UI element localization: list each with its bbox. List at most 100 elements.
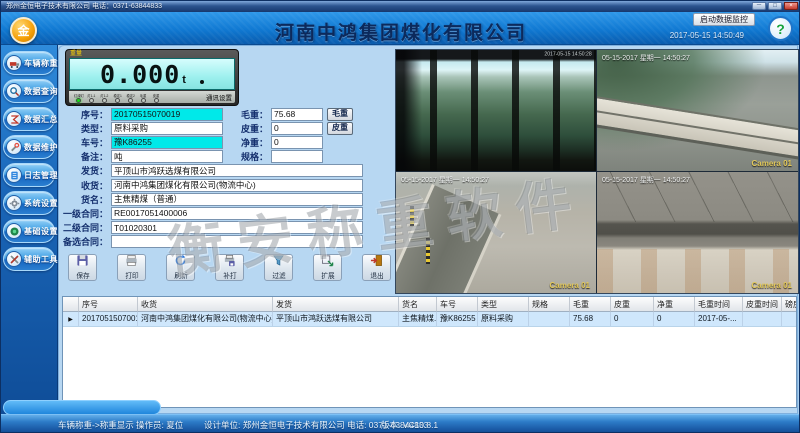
sidebar-item-aux-tools[interactable]: 辅助工具 <box>3 247 55 271</box>
basic-settings-icon <box>6 223 22 239</box>
maximize-button[interactable]: □ <box>768 2 782 10</box>
table-cell: 75.68 <box>570 312 611 326</box>
type-label: 类型： <box>61 122 111 135</box>
refresh-button[interactable]: 刷新 <box>166 254 195 281</box>
note-input[interactable] <box>111 150 223 163</box>
sidebar-item-basic-settings[interactable]: 基础设置 <box>3 219 55 243</box>
contract3-input[interactable] <box>111 235 363 248</box>
header-band: 河南中鸿集团煤化有限公司 <box>1 12 800 45</box>
goods-label: 货名： <box>61 193 111 206</box>
status-operator-text: 操作员: 夏位 <box>136 415 183 433</box>
table-cell: 主焦精煤... <box>399 312 437 326</box>
table-cell <box>743 312 782 326</box>
gross-label: 毛重： <box>227 108 271 121</box>
table-header-cell[interactable]: 收货 <box>138 297 273 312</box>
camera-feed-2: 05-15-2017 星期一 14:50:27 Camera 01 <box>597 50 798 171</box>
exit-button[interactable]: 退出 <box>362 254 391 281</box>
sidebar-item-data-query[interactable]: 数据查询 <box>3 79 55 103</box>
table-header-cell[interactable]: 皮重时间 <box>743 297 782 312</box>
table-cell: 2017-05-... <box>695 312 743 326</box>
table-header-cell[interactable]: 毛重时间 <box>695 297 743 312</box>
reprint-button[interactable]: 补打 <box>215 254 244 281</box>
start-monitor-button[interactable]: 启动数据监控 <box>693 13 755 26</box>
row-selector-arrow-icon: ▶ <box>68 317 73 323</box>
indicator-light: 红绿灯 <box>72 92 85 103</box>
net-input[interactable] <box>271 136 323 149</box>
tools-icon <box>6 251 22 267</box>
sidebar-item-data-summary[interactable]: 数据汇总 <box>3 107 55 131</box>
summary-icon <box>6 111 22 127</box>
receiver-label: 收货： <box>61 179 111 192</box>
gross-button[interactable]: 毛重 <box>327 108 353 121</box>
tare-input[interactable] <box>271 122 323 135</box>
goods-input[interactable] <box>111 193 363 206</box>
table-header-row: 序号 收货 发货 货名 车号 类型 规格 毛重 皮重 净重 毛重时间 皮重时间 … <box>63 297 796 312</box>
sidebar-item-system-settings[interactable]: 系统设置 <box>3 191 55 215</box>
table-header-cell[interactable]: 类型 <box>478 297 529 312</box>
toolbar: 保存 打印 刷新 补打 过滤 扩展 <box>61 254 395 281</box>
indicator-light: 灯1-2 <box>98 92 111 103</box>
status-nav-text: 车辆称重->称重显示 <box>58 415 134 433</box>
table-header-cell[interactable]: 皮重 <box>611 297 654 312</box>
records-table: 序号 收货 发货 货名 车号 类型 规格 毛重 皮重 净重 毛重时间 皮重时间 … <box>62 296 797 408</box>
led-dot <box>128 98 133 103</box>
seq-input[interactable] <box>111 108 223 121</box>
close-button[interactable]: × <box>784 2 798 10</box>
contract2-label: 二级合同： <box>61 221 111 234</box>
type-input[interactable] <box>111 122 223 135</box>
table-header-gutter <box>63 297 79 312</box>
table-header-cell[interactable]: 磅房1 <box>782 297 797 312</box>
table-header-cell[interactable]: 净重 <box>654 297 695 312</box>
search-icon <box>6 83 22 99</box>
gross-input[interactable] <box>271 108 323 121</box>
print-button[interactable]: 打印 <box>117 254 146 281</box>
led-dot <box>76 98 81 103</box>
log-icon <box>6 167 22 183</box>
led-dot <box>115 98 120 103</box>
spec-input[interactable] <box>271 150 323 163</box>
striped-post <box>426 238 430 264</box>
table-row[interactable]: ▶ 20170515070019 河南中鸿集团煤化有限公司(物流中心) 平顶山市… <box>63 312 796 327</box>
minimize-button[interactable]: － <box>752 2 766 10</box>
camera-feed-4: 05-15-2017 星期一 14:50:27 Camera 01 <box>597 172 798 293</box>
sidebar-item-data-maintenance[interactable]: 数据维护 <box>3 135 55 159</box>
filter-button[interactable]: 过滤 <box>264 254 293 281</box>
save-icon <box>76 254 89 270</box>
contract2-input[interactable] <box>111 221 363 234</box>
tare-button[interactable]: 皮重 <box>327 122 353 135</box>
camera-feed-1: 2017-05-15 14:50:28 <box>396 50 596 171</box>
table-header-cell[interactable]: 序号 <box>79 297 138 312</box>
expand-button[interactable]: 扩展 <box>313 254 342 281</box>
contract3-label: 备选合同： <box>61 235 111 248</box>
comm-settings-link[interactable]: 通讯设置 <box>206 92 232 102</box>
table-header-cell[interactable]: 毛重 <box>570 297 611 312</box>
table-cell: 原料采购 <box>478 312 529 326</box>
table-cell: 20170515070019 <box>79 312 138 326</box>
table-header-cell[interactable]: 货名 <box>399 297 437 312</box>
sidebar-item-vehicle-weighing[interactable]: 车辆称重 <box>3 51 55 75</box>
scale-display: 重量 0.000 t 红绿灯 灯1-1 灯1-2 稳定1 稳定2 毛重 皮重 通… <box>65 49 239 106</box>
exit-icon <box>370 254 383 270</box>
weight-value: 0.000 <box>100 62 180 87</box>
weighbridge-platform <box>597 94 798 163</box>
wrench-icon <box>6 139 22 155</box>
table-header-cell[interactable]: 发货 <box>273 297 399 312</box>
sender-input[interactable] <box>111 164 363 177</box>
expand-icon <box>321 254 334 270</box>
table-header-cell[interactable]: 规格 <box>529 297 570 312</box>
sidebar-item-log-management[interactable]: 日志管理 <box>3 163 55 187</box>
main-panel: 重量 0.000 t 红绿灯 灯1-1 灯1-2 稳定1 稳定2 毛重 皮重 通… <box>58 45 798 414</box>
truck-no-input[interactable] <box>111 136 223 149</box>
statusbar: 车辆称重->称重显示 操作员: 夏位 设计单位: 郑州金恒电子技术有限公司 电话… <box>1 414 800 433</box>
help-button[interactable]: ? <box>768 16 793 41</box>
weighbridge-road <box>396 184 501 293</box>
receiver-input[interactable] <box>111 179 363 192</box>
camera-name-label: Camera 01 <box>752 159 792 168</box>
led-dot <box>102 98 107 103</box>
contract1-label: 一级合同： <box>61 207 111 220</box>
titlebar-company-text: 郑州金恒电子技术有限公司 电话：0371-63844833 <box>6 1 162 12</box>
save-button[interactable]: 保存 <box>68 254 97 281</box>
contract1-input[interactable] <box>111 207 363 220</box>
table-header-cell[interactable]: 车号 <box>437 297 478 312</box>
indicator-light: 灯1-1 <box>85 92 98 103</box>
